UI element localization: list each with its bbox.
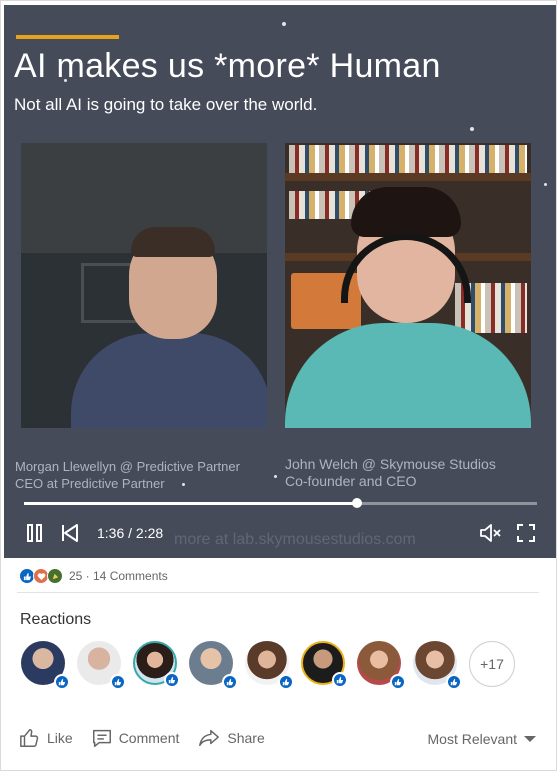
mute-icon <box>480 524 501 542</box>
like-icon <box>164 672 180 688</box>
decor-dot <box>282 22 286 26</box>
comment-button[interactable]: Comment <box>91 727 180 749</box>
like-icon <box>332 672 348 688</box>
speaker-right-caption: John Welch @ Skymouse Studios Co-founder… <box>285 456 496 490</box>
video-watermark: more at lab.skymousestudios.com <box>174 531 416 548</box>
avatar[interactable] <box>189 641 238 690</box>
post-card: AI makes us *more* Human Not all AI is g… <box>0 0 557 771</box>
fullscreen-icon <box>517 524 535 542</box>
celebrate-icon <box>47 568 63 584</box>
comment-label: Comment <box>118 730 180 746</box>
share-label: Share <box>227 730 265 746</box>
video-progress-fill <box>24 502 358 505</box>
pause-button[interactable] <box>24 521 46 545</box>
video-progress-bar[interactable] <box>24 498 537 508</box>
share-button[interactable]: Share <box>197 727 265 749</box>
share-icon <box>199 729 220 747</box>
speaker-left-caption: Morgan Llewellyn @ Predictive Partner CE… <box>15 458 240 492</box>
like-icon <box>390 674 406 690</box>
video-player[interactable]: AI makes us *more* Human Not all AI is g… <box>4 5 556 558</box>
fullscreen-button[interactable] <box>514 521 538 545</box>
avatar[interactable] <box>301 641 348 688</box>
bookshelf-books <box>289 145 527 173</box>
sort-dropdown[interactable]: Most Relevant <box>428 731 537 747</box>
more-reactors-button[interactable]: +17 <box>469 641 515 687</box>
reactions-heading: Reactions <box>20 611 92 628</box>
sort-label: Most Relevant <box>427 731 517 747</box>
speaker-feed-right <box>285 143 531 428</box>
speaker-feed-left <box>21 143 267 428</box>
video-time-display: 1:36 / 2:28 <box>97 525 164 541</box>
speaker-body <box>71 333 267 428</box>
avatar[interactable] <box>357 641 406 690</box>
bookshelf-shelf <box>285 173 531 181</box>
speaker-hair <box>351 187 461 237</box>
speaker-right-name: John Welch @ Skymouse Studios <box>285 456 496 472</box>
like-icon <box>110 674 126 690</box>
avatar[interactable] <box>245 641 294 690</box>
comment-icon <box>92 729 111 747</box>
video-progress-handle[interactable] <box>352 498 363 508</box>
caret-down-icon <box>524 736 536 742</box>
pause-icon <box>27 524 42 542</box>
decor-dot <box>470 127 474 131</box>
divider <box>17 592 539 593</box>
title-accent-line <box>16 35 119 39</box>
avatar[interactable] <box>133 641 180 688</box>
post-actions: Like Comment Share <box>19 725 283 751</box>
speaker-right-role: Co-founder and CEO <box>285 473 417 489</box>
speaker-body <box>285 323 531 428</box>
like-icon <box>54 674 70 690</box>
like-button[interactable]: Like <box>19 727 73 749</box>
thumbs-up-icon <box>20 729 39 747</box>
like-icon <box>222 674 238 690</box>
decor-dot <box>274 475 277 478</box>
speaker-hair <box>131 227 215 257</box>
like-label: Like <box>47 730 73 746</box>
video-title: AI makes us *more* Human <box>14 47 441 85</box>
skip-back-icon <box>62 524 78 542</box>
like-icon <box>278 674 294 690</box>
like-icon <box>446 674 462 690</box>
reaction-comment-counts[interactable]: 25 · 14 Comments <box>69 569 168 583</box>
avatar[interactable] <box>77 641 126 690</box>
avatar[interactable] <box>21 641 70 690</box>
decor-dot <box>64 79 67 82</box>
social-counts[interactable]: 25 · 14 Comments <box>19 566 168 586</box>
avatar[interactable] <box>413 641 462 690</box>
volume-button[interactable] <box>478 521 504 545</box>
video-subtitle: Not all AI is going to take over the wor… <box>14 95 318 114</box>
decor-dot <box>544 183 547 186</box>
skip-back-button[interactable] <box>59 521 81 545</box>
speaker-left-name: Morgan Llewellyn @ Predictive Partner <box>15 459 240 474</box>
speaker-left-role: CEO at Predictive Partner <box>15 476 165 491</box>
